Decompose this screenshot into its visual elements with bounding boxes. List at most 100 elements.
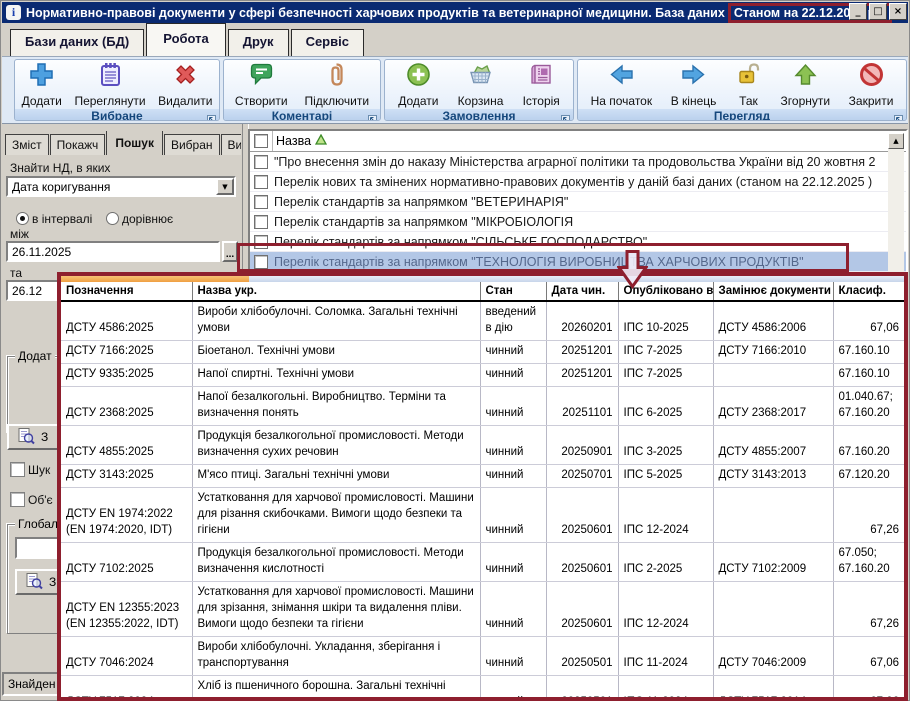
arrow-right-icon — [680, 61, 707, 93]
chevron-down-icon[interactable]: ▼ — [216, 178, 234, 195]
add-favorite-button[interactable]: Додати — [16, 60, 68, 109]
search-in-found-checkbox[interactable] — [10, 462, 25, 477]
table-row[interactable]: ДСТУ EN 1974:2022 (EN 1974:2020, IDT)Уст… — [61, 488, 904, 543]
history-doc-icon — [528, 61, 555, 93]
field-dropdown-value: Дата коригування — [8, 178, 234, 194]
list-header[interactable]: Назва — [250, 131, 906, 152]
list-item-label: Перелік стандартів за напрямком "СІЛЬСЬК… — [274, 235, 647, 249]
sidebar-tab-2[interactable]: Покажч — [50, 134, 106, 155]
list-item[interactable]: Перелік нових та змінених нормативно-пра… — [250, 172, 906, 192]
go-start-button-label: На початок — [591, 94, 653, 108]
menu-tab-2[interactable]: Робота — [146, 23, 226, 56]
list-item[interactable]: Перелік стандартів за напрямком "ТЕХНОЛО… — [250, 252, 906, 272]
history-button[interactable]: Історія — [517, 60, 566, 109]
row-checkbox[interactable] — [254, 175, 268, 189]
cell-designation: ДСТУ 7166:2025 — [61, 341, 192, 364]
minimize-button[interactable]: _ — [849, 3, 867, 20]
sort-asc-icon[interactable] — [315, 132, 327, 150]
close-button[interactable]: Закрити — [843, 60, 900, 109]
view-button[interactable]: Переглянути — [68, 60, 151, 109]
column-header-3[interactable]: Стан — [480, 282, 546, 301]
column-header-5[interactable]: Опубліковано в — [618, 282, 713, 301]
cell-designation: ДСТУ 7517:2024 — [61, 676, 192, 701]
go-end-button[interactable]: В кінець — [665, 60, 723, 109]
menu-tab-4[interactable]: Сервіс — [291, 29, 364, 56]
collapse-button[interactable]: Згорнути — [775, 60, 837, 109]
list-item[interactable]: Перелік стандартів за напрямком "ВЕТЕРИН… — [250, 192, 906, 212]
find-button-label: З — [41, 430, 48, 444]
expand-dialog-icon[interactable] — [368, 113, 377, 121]
cell-date: 20260201 — [546, 301, 618, 341]
equals-radio[interactable] — [106, 212, 119, 225]
table-row[interactable]: ДСТУ 7046:2024Вироби хлібобулочні. Уклад… — [61, 637, 904, 676]
table-row[interactable]: ДСТУ 4586:2025Вироби хлібобулочні. Солом… — [61, 301, 904, 341]
additional-group-label: Додат — [15, 349, 55, 363]
table-row[interactable]: ДСТУ 7517:2024Хліб із пшеничного борошна… — [61, 676, 904, 701]
cell-designation: ДСТУ EN 12355:2023 (EN 12355:2022, IDT) — [61, 582, 192, 637]
scroll-up-icon[interactable]: ▲ — [888, 133, 904, 149]
table-row[interactable]: ДСТУ 7102:2025Продукція безалкогольної п… — [61, 543, 904, 582]
interval-radio-label: в інтервалі — [32, 212, 92, 226]
column-header-1[interactable]: Позначення — [61, 282, 192, 301]
between-label: між — [10, 227, 29, 241]
column-header-2[interactable]: Назва укр. — [192, 282, 480, 301]
list-header-label: Назва — [276, 134, 311, 148]
combine-checkbox[interactable] — [10, 492, 25, 507]
comments-group-caption-label: Коментарі — [272, 109, 333, 121]
column-header-4[interactable]: Дата чин. — [546, 282, 618, 301]
maximize-button[interactable]: □ — [869, 3, 887, 20]
cell-published: ІПС 5-2025 — [618, 465, 713, 488]
cell-replaces — [713, 582, 833, 637]
list-item[interactable]: Перелік стандартів за напрямком "МІКРОБІ… — [250, 212, 906, 232]
cell-replaces: ДСТУ 7102:2009 — [713, 543, 833, 582]
expand-dialog-icon[interactable] — [894, 113, 903, 121]
interval-radio[interactable] — [16, 212, 29, 225]
cell-name-ukr: Напої безалкогольні. Виробництво. Термін… — [192, 387, 480, 426]
browse-date-button[interactable]: ... — [222, 241, 238, 262]
cell-published: ІПС 3-2025 — [618, 426, 713, 465]
field-dropdown[interactable]: Дата коригування ▼ — [6, 176, 236, 197]
list-item[interactable]: Перелік стандартів за напрямком "СІЛЬСЬК… — [250, 232, 906, 252]
table-row[interactable]: ДСТУ EN 12355:2023 (EN 12355:2022, IDT)У… — [61, 582, 904, 637]
table-row[interactable]: ДСТУ 2368:2025Напої безалкогольні. Вироб… — [61, 387, 904, 426]
menu-tab-3[interactable]: Друк — [228, 29, 289, 56]
close-window-button[interactable]: × — [889, 3, 907, 20]
view-button-label: Переглянути — [74, 94, 145, 108]
column-header-7[interactable]: Класиф. — [833, 282, 904, 301]
sidebar-tab-4[interactable]: Вибран — [164, 134, 220, 155]
basket-button[interactable]: Корзина — [452, 60, 510, 109]
column-header-6[interactable]: Замінює документи — [713, 282, 833, 301]
table-row[interactable]: ДСТУ 7166:2025Біоетанол. Технічні умович… — [61, 341, 904, 364]
add-order-button[interactable]: Додати — [392, 60, 444, 109]
table-row[interactable]: ДСТУ 4855:2025Продукція безалкогольної п… — [61, 426, 904, 465]
delete-button[interactable]: Видалити — [152, 60, 218, 109]
list-item-label: Перелік нових та змінених нормативно-пра… — [274, 175, 872, 189]
add-circle-icon — [405, 61, 432, 93]
menu-tab-1[interactable]: Бази даних (БД) — [10, 29, 144, 56]
row-checkbox[interactable] — [254, 255, 268, 269]
close-button-label: Закрити — [849, 94, 894, 108]
row-checkbox[interactable] — [254, 155, 268, 169]
select-all-checkbox[interactable] — [254, 134, 268, 148]
table-row[interactable]: ДСТУ 9335:2025Напої спиртні. Технічні ум… — [61, 364, 904, 387]
view-group-caption: Перегляд — [578, 109, 906, 121]
create-comment-button[interactable]: Створити — [229, 60, 294, 109]
attach-comment-button[interactable]: Підключити — [299, 60, 376, 109]
table-row[interactable]: ДСТУ 3143:2025М'ясо птиці. Загальні техн… — [61, 465, 904, 488]
cell-status: введений в дію — [480, 301, 546, 341]
sidebar-tab-5[interactable]: Вибірка — [221, 134, 241, 155]
row-checkbox[interactable] — [254, 215, 268, 229]
sidebar-tab-1[interactable]: Зміст — [5, 134, 49, 155]
cell-date: 20251201 — [546, 364, 618, 387]
yes-button[interactable]: Так — [729, 60, 768, 109]
go-start-button[interactable]: На початок — [585, 60, 659, 109]
row-checkbox[interactable] — [254, 195, 268, 209]
list-item[interactable]: "Про внесення змін до наказу Міністерств… — [250, 152, 906, 172]
row-checkbox[interactable] — [254, 235, 268, 249]
expand-dialog-icon[interactable] — [561, 113, 570, 121]
sidebar-tab-3[interactable]: Пошук — [106, 131, 163, 155]
favorites-group-caption: Вибране — [15, 109, 219, 121]
view-group-caption-label: Перегляд — [714, 109, 770, 121]
date-from-input[interactable]: 26.11.2025 — [6, 241, 220, 262]
expand-dialog-icon[interactable] — [207, 113, 216, 121]
